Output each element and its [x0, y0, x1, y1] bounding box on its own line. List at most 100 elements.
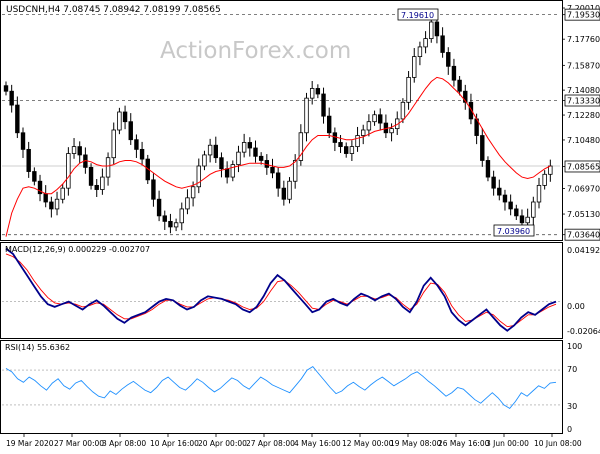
- candle-body: [134, 139, 139, 150]
- candle-body: [247, 142, 253, 149]
- macd-label-zero: 0.00: [567, 302, 585, 311]
- candle-body: [309, 88, 315, 99]
- candle-body: [94, 184, 99, 190]
- candle-body: [202, 154, 207, 167]
- candle-body: [378, 114, 383, 124]
- candle-body: [355, 135, 360, 148]
- candle-body: [412, 56, 417, 78]
- x-axis: 19 Mar 2020 27 Mar 00:003 Apr 08:00 10 Apr…: [6, 434, 582, 448]
- candle-body: [9, 90, 14, 106]
- candle-body: [26, 148, 31, 172]
- candle-body: [457, 79, 462, 92]
- candle-body: [275, 172, 281, 189]
- price-tick-label: 7.15870: [567, 61, 600, 70]
- candle-body: [281, 187, 287, 200]
- price-tick-label: 7.17760: [567, 35, 600, 44]
- candle-body: [100, 176, 105, 190]
- candle-body: [417, 46, 423, 58]
- rsi-label-100: 100: [567, 342, 582, 351]
- low-label: 7.03960: [497, 227, 530, 236]
- candle-body: [531, 201, 536, 218]
- candle-body: [43, 193, 48, 203]
- symbol-quote: USDCNH,H4 7.08745 7.08942 7.08199 7.0856…: [6, 5, 221, 15]
- candle-body: [224, 168, 230, 178]
- candle-body: [338, 142, 343, 148]
- candle-body: [168, 220, 173, 228]
- candle-body: [185, 197, 190, 210]
- candle-body: [389, 128, 394, 134]
- candle-body: [349, 146, 355, 154]
- candle-body: [270, 166, 275, 174]
- candle-body: [508, 201, 513, 210]
- candle-body: [128, 121, 133, 141]
- candle-body: [372, 114, 377, 123]
- x-tick-label: 26 May 16:00: [438, 439, 490, 448]
- candle-body: [434, 21, 440, 37]
- macd-label-top: 0.041923: [567, 246, 600, 255]
- candle-body: [366, 121, 372, 131]
- macd-panel-frame: [0, 242, 563, 339]
- candle-body: [32, 171, 37, 182]
- candle-body: [105, 157, 111, 178]
- candle-body: [173, 222, 179, 228]
- chart-canvas: ActionForex.com USDCNH,H4 7.08745 7.0894…: [0, 0, 600, 448]
- candle-body: [536, 184, 542, 203]
- forex-chart: ActionForex.com USDCNH,H4 7.08745 7.0894…: [0, 0, 600, 450]
- rsi-panel-frame: [0, 340, 563, 434]
- candle-body: [258, 155, 264, 161]
- candle-body: [190, 186, 196, 199]
- candle-body: [253, 147, 258, 157]
- price-tick-label: 7.06970: [567, 185, 600, 194]
- candle-body: [162, 215, 167, 222]
- moving-average: [5, 76, 551, 237]
- x-tick-label: 19 May 08:00: [390, 439, 442, 448]
- candle-body: [3, 85, 9, 92]
- candle-body: [440, 35, 445, 53]
- candle-body: [292, 160, 298, 182]
- price-tick-label: 7.19530: [567, 11, 600, 20]
- candle-body: [213, 144, 218, 159]
- candle-body: [287, 180, 292, 200]
- macd-title: MACD(12,26,9) 0.000229 -0.002707: [5, 245, 150, 254]
- candle-body: [491, 176, 496, 189]
- candle-body: [485, 160, 491, 178]
- macd-line: [5, 247, 557, 332]
- candle-body: [230, 164, 236, 178]
- candle-body: [344, 146, 349, 154]
- x-tick-label: 3 Apr 08:00: [102, 439, 146, 448]
- x-tick-label: 20 Apr 00:00: [198, 439, 247, 448]
- candle-body: [429, 21, 434, 40]
- price-tick-label: 7.13330: [567, 97, 600, 106]
- candle-body: [241, 142, 247, 153]
- rsi-label-30: 30: [567, 402, 577, 411]
- rsi-line: [5, 366, 557, 409]
- x-tick-label: 19 Mar 2020: [6, 439, 54, 448]
- x-tick-label: 27 Mar 00:00: [54, 439, 104, 448]
- x-tick-label: 10 Jun 08:00: [534, 439, 582, 448]
- candle-body: [304, 97, 309, 134]
- candle-body: [446, 52, 451, 67]
- candle-body: [60, 187, 65, 200]
- candle-body: [111, 129, 116, 159]
- candle-body: [156, 198, 162, 217]
- rsi-lines: [2, 366, 560, 409]
- candle-body: [236, 151, 241, 166]
- candle-body: [497, 187, 502, 196]
- macd-signal-line: [5, 253, 557, 328]
- candle-body: [406, 76, 411, 103]
- candle-body: [66, 153, 71, 189]
- price-tick-label: 7.12280: [567, 111, 600, 120]
- candle-body: [20, 132, 26, 150]
- candle-body: [423, 38, 428, 48]
- candle-body: [117, 111, 122, 131]
- candle-body: [480, 135, 485, 161]
- candle-body: [15, 104, 20, 134]
- x-tick-label: 27 Apr 08:00: [246, 439, 295, 448]
- rsi-label-0: 0: [567, 425, 572, 434]
- candle-body: [122, 111, 128, 123]
- candle-body: [71, 146, 77, 154]
- candle-body: [49, 201, 54, 210]
- candle-body: [139, 148, 145, 160]
- watermark: ActionForex.com: [160, 38, 351, 64]
- candle-body: [179, 208, 184, 224]
